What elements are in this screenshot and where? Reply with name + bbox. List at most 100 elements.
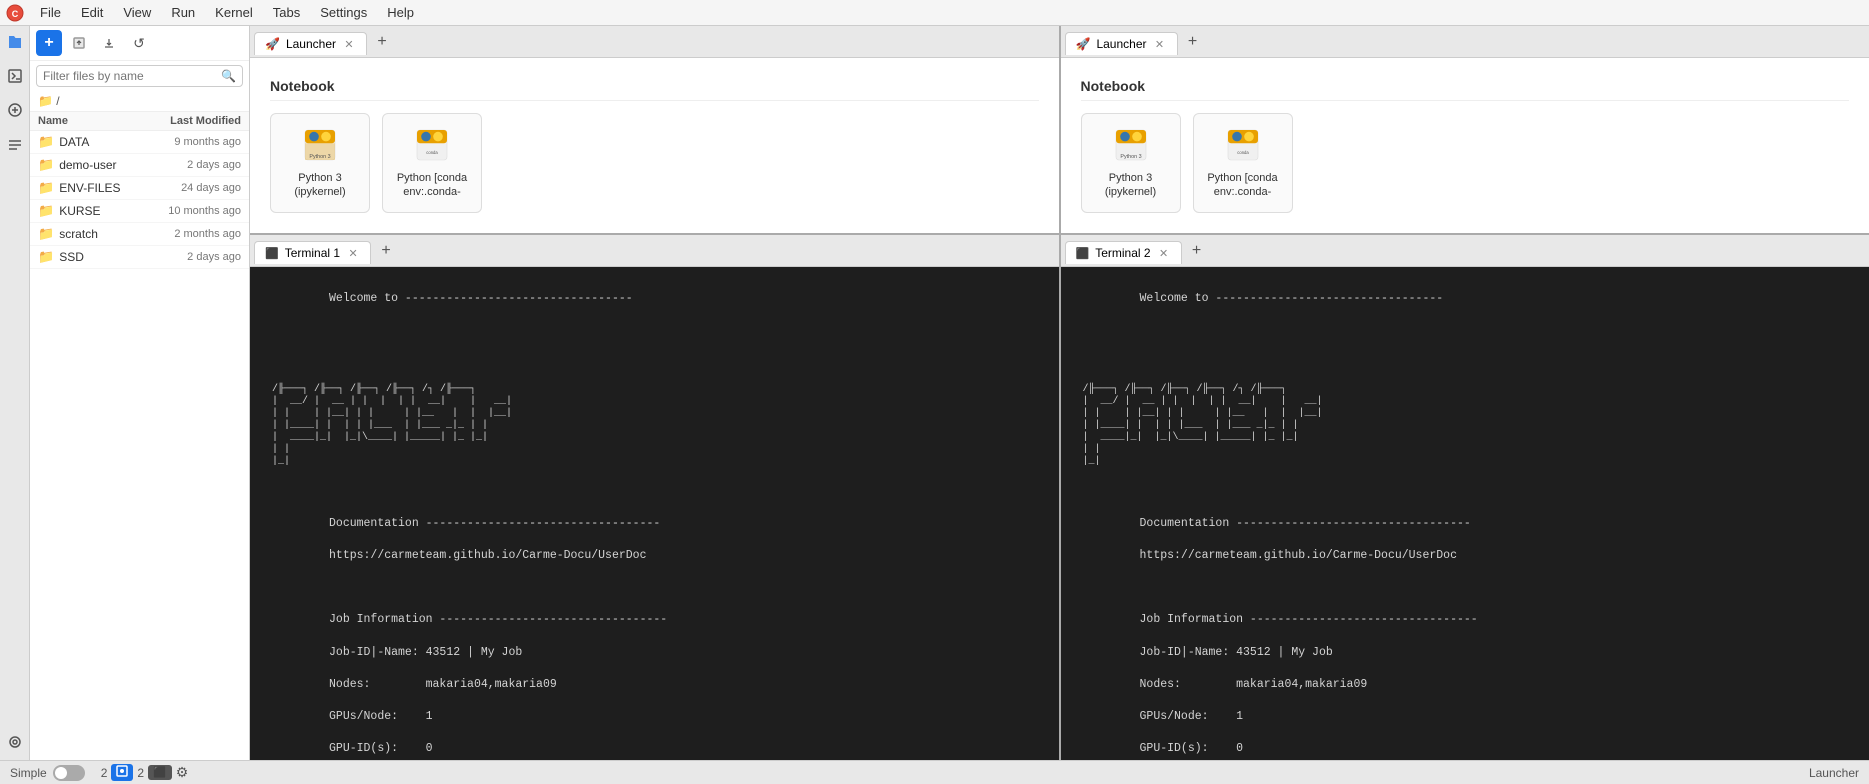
tab-terminal-2[interactable]: ⬛ Terminal 2 ✕ xyxy=(1065,241,1182,264)
terminal-1-nodes: Nodes: makaria04,makaria09 xyxy=(329,678,557,691)
file-row[interactable]: 📁 DATA 9 months ago xyxy=(30,131,249,154)
terminal-1-doc-url: https://carmeteam.github.io/Carme-Docu/U… xyxy=(329,549,646,562)
sidebar-running-icon[interactable] xyxy=(3,64,27,88)
tab-launcher-2[interactable]: 🚀 Launcher ✕ xyxy=(1065,32,1178,55)
terminal-count-box[interactable]: ⬛ xyxy=(148,765,172,780)
python3-icon: Python 3 xyxy=(302,127,338,163)
terminal-2-doc-url: https://carmeteam.github.io/Carme-Docu/U… xyxy=(1140,549,1457,562)
file-name: scratch xyxy=(59,227,146,241)
terminal-2-ascii-art: /╟───┐ /╟──┐ /╟──┐ /╟──┐ /┐ /╟───┐ | __/… xyxy=(1071,372,1860,468)
sidebar-files-icon[interactable] xyxy=(3,30,27,54)
terminal-1-gpus-node: GPUs/Node: 1 xyxy=(329,710,433,723)
terminal-2-job-id: Job-ID|-Name: 43512 | My Job xyxy=(1140,646,1333,659)
terminal-2-gpu-ids: GPU-ID(s): 0 xyxy=(1140,742,1244,755)
terminal-2-close-button[interactable]: ✕ xyxy=(1157,246,1171,260)
tab-terminal-1[interactable]: ⬛ Terminal 1 ✕ xyxy=(254,241,371,264)
sidebar-commands-icon[interactable] xyxy=(3,98,27,122)
menu-run[interactable]: Run xyxy=(163,3,203,22)
file-list: 📁 DATA 9 months ago 📁 demo-user 2 days a… xyxy=(30,131,249,760)
panel-bottom-left: ⬛ Terminal 1 ✕ + Welcome to ------------… xyxy=(250,235,1061,760)
menu-help[interactable]: Help xyxy=(379,3,422,22)
panel-bottom-right-add-button[interactable]: + xyxy=(1186,240,1208,262)
file-name: ENV-FILES xyxy=(59,181,146,195)
sidebar-props-icon[interactable] xyxy=(3,132,27,156)
terminal-1-welcome: Welcome to -----------------------------… xyxy=(329,292,633,305)
menu-file[interactable]: File xyxy=(32,3,69,22)
col-name-header[interactable]: Name xyxy=(38,115,146,127)
status-settings-icon[interactable]: ⚙ xyxy=(176,764,189,781)
terminal-2-content[interactable]: Welcome to -----------------------------… xyxy=(1061,267,1869,760)
status-mode: Simple xyxy=(10,765,85,781)
terminal-1-tab-icon: ⬛ xyxy=(265,247,279,260)
new-file-button[interactable]: + xyxy=(36,30,62,56)
menu-settings[interactable]: Settings xyxy=(312,3,375,22)
svg-text:conda: conda xyxy=(426,150,438,155)
download-button[interactable] xyxy=(96,30,122,56)
main-layout: + ↺ 🔍 📁 / xyxy=(0,26,1869,760)
terminal-2-job-info-line: Job Information ------------------------… xyxy=(1140,613,1478,626)
search-box[interactable]: 🔍 xyxy=(36,65,243,87)
menu-edit[interactable]: Edit xyxy=(73,3,111,22)
search-input[interactable] xyxy=(43,69,221,83)
tab-launcher-1[interactable]: 🚀 Launcher ✕ xyxy=(254,32,367,55)
terminal-2-doc-line: Documentation --------------------------… xyxy=(1140,517,1471,530)
menu-tabs[interactable]: Tabs xyxy=(265,3,308,22)
file-row[interactable]: 📁 KURSE 10 months ago xyxy=(30,200,249,223)
launcher-2-content: Notebook Python 3 Python 3(ipykernel) xyxy=(1061,58,1869,233)
file-row[interactable]: 📁 demo-user 2 days ago xyxy=(30,154,249,177)
svg-text:C: C xyxy=(12,9,19,19)
file-row[interactable]: 📁 SSD 2 days ago xyxy=(30,246,249,269)
launcher-tab-icon: 🚀 xyxy=(265,37,280,51)
launcher-2-item-conda[interactable]: conda Python [condaenv:.conda- xyxy=(1193,113,1293,213)
file-folder-icon: 📁 xyxy=(38,157,54,173)
terminal-2-welcome: Welcome to -----------------------------… xyxy=(1140,292,1444,305)
refresh-button[interactable]: ↺ xyxy=(126,30,152,56)
launcher-2-tab-icon: 🚀 xyxy=(1076,37,1091,51)
mode-toggle-thumb xyxy=(55,767,67,779)
status-mode-label: Simple xyxy=(10,766,47,780)
file-row[interactable]: 📁 ENV-FILES 24 days ago xyxy=(30,177,249,200)
launcher-item-conda-label: Python [condaenv:.conda- xyxy=(397,171,467,200)
panel-top-left-tabbar: 🚀 Launcher ✕ + xyxy=(250,26,1059,58)
menu-view[interactable]: View xyxy=(115,3,159,22)
file-folder-icon: 📁 xyxy=(38,203,54,219)
python3-2-icon: Python 3 xyxy=(1113,127,1149,163)
menubar: C File Edit View Run Kernel Tabs Setting… xyxy=(0,0,1869,26)
launcher-2-item-conda-label: Python [condaenv:.conda- xyxy=(1207,171,1277,200)
file-row[interactable]: 📁 scratch 2 months ago xyxy=(30,223,249,246)
launcher-2-item-python3[interactable]: Python 3 Python 3(ipykernel) xyxy=(1081,113,1181,213)
panels-bottom: ⬛ Terminal 1 ✕ + Welcome to ------------… xyxy=(250,235,1869,760)
panel-top-left-add-button[interactable]: + xyxy=(371,31,393,53)
upload-button[interactable] xyxy=(66,30,92,56)
terminal-count-number: 2 xyxy=(137,766,144,780)
terminal-1-content[interactable]: Welcome to -----------------------------… xyxy=(250,267,1059,760)
launcher-item-python3-label: Python 3(ipykernel) xyxy=(294,171,345,200)
mode-toggle[interactable] xyxy=(53,765,85,781)
status-bar: Simple 2 2 ⬛ ⚙ Launcher xyxy=(0,760,1869,784)
launcher-2-item-python3-label: Python 3(ipykernel) xyxy=(1105,171,1156,200)
launcher-tab-label: Launcher xyxy=(286,37,336,51)
terminal-1-tab-label: Terminal 1 xyxy=(285,246,340,260)
panel-top-right-add-button[interactable]: + xyxy=(1182,31,1204,53)
panel-top-left: 🚀 Launcher ✕ + Notebook xyxy=(250,26,1061,233)
kernel-box[interactable] xyxy=(111,764,133,781)
terminal-1-ascii-art: /╟───┐ /╟──┐ /╟──┐ /╟──┐ /┐ /╟───┐ | __/… xyxy=(260,372,1049,468)
terminal-1-close-button[interactable]: ✕ xyxy=(346,246,360,260)
launcher-1-items: Python 3 Python 3(ipykernel) conda xyxy=(270,113,1039,213)
sidebar-extensions-icon[interactable] xyxy=(3,730,27,754)
terminal-2-tab-icon: ⬛ xyxy=(1076,247,1090,260)
search-icon: 🔍 xyxy=(221,69,236,83)
launcher-1-close-button[interactable]: ✕ xyxy=(342,37,356,51)
launcher-item-conda[interactable]: conda Python [condaenv:.conda- xyxy=(382,113,482,213)
terminal-2-tab-label: Terminal 2 xyxy=(1095,246,1150,260)
launcher-item-python3[interactable]: Python 3 Python 3(ipykernel) xyxy=(270,113,370,213)
file-list-header: Name Last Modified xyxy=(30,112,249,131)
file-browser: + ↺ 🔍 📁 / xyxy=(30,26,250,760)
launcher-2-close-button[interactable]: ✕ xyxy=(1153,37,1167,51)
col-modified-header[interactable]: Last Modified xyxy=(146,115,241,127)
app-logo: C xyxy=(6,4,24,22)
menu-kernel[interactable]: Kernel xyxy=(207,3,261,22)
panel-bottom-left-add-button[interactable]: + xyxy=(375,240,397,262)
file-modified: 2 months ago xyxy=(146,228,241,240)
terminal-1-job-info-line: Job Information ------------------------… xyxy=(329,613,667,626)
